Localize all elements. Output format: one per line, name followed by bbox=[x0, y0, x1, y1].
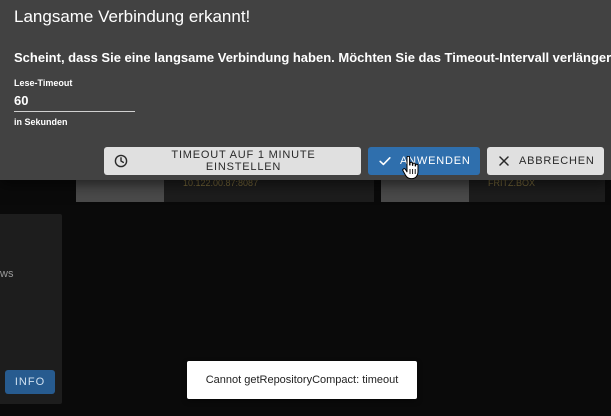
clock-icon bbox=[114, 154, 128, 168]
read-timeout-label: Lese-Timeout bbox=[14, 78, 73, 88]
background-card-text: ws bbox=[0, 268, 14, 280]
hand-pointer-cursor-icon bbox=[402, 155, 420, 180]
snackbar-message: Cannot getRepositoryCompact: timeout bbox=[205, 374, 399, 386]
set-timeout-button-label: TIMEOUT AUF 1 MINUTE EINSTELLEN bbox=[171, 149, 316, 173]
read-timeout-input[interactable] bbox=[14, 93, 135, 112]
dialog-message: Scheint, dass Sie eine langsame Verbindu… bbox=[14, 50, 611, 65]
error-snackbar: Cannot getRepositoryCompact: timeout bbox=[187, 361, 417, 399]
slow-connection-dialog: Langsame Verbindung erkannt! Scheint, da… bbox=[0, 0, 611, 180]
cancel-button[interactable]: ABBRECHEN bbox=[487, 147, 604, 175]
cancel-button-label: ABBRECHEN bbox=[519, 155, 595, 167]
dialog-title: Langsame Verbindung erkannt! bbox=[14, 7, 251, 26]
background-tile-2-image bbox=[381, 180, 469, 202]
close-icon bbox=[497, 154, 511, 168]
info-button[interactable]: INFO bbox=[5, 370, 55, 394]
read-timeout-helper: in Sekunden bbox=[14, 117, 68, 127]
app-screen: ws INFO 10.122.00.87:8087 FRITZ.BOX Lang… bbox=[0, 0, 611, 416]
apply-button[interactable]: ANWENDEN bbox=[368, 147, 480, 175]
set-timeout-1-minute-button[interactable]: TIMEOUT AUF 1 MINUTE EINSTELLEN bbox=[104, 147, 361, 175]
check-icon bbox=[378, 154, 392, 168]
read-timeout-field: Lese-Timeout in Sekunden bbox=[14, 78, 135, 127]
background-tile-1-image bbox=[76, 180, 164, 202]
